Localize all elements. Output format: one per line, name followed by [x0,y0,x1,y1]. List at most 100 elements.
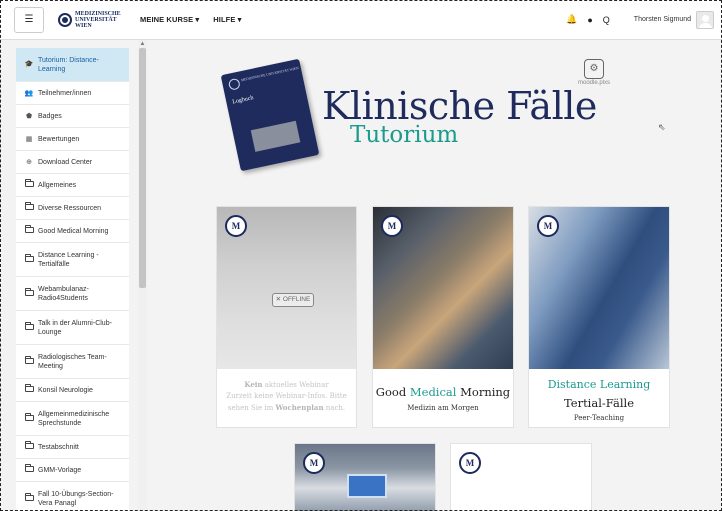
download-icon: ⊕ [26,158,32,166]
sidebar-item-section[interactable]: Distance Learning - Tertialfälle [16,243,129,277]
card-title-2: Tertial-Fälle [563,396,635,410]
sidebar-item-label: Diverse Ressourcen [38,204,102,212]
folder-icon [24,384,34,395]
folder-icon [24,321,34,333]
sidebar-item-section[interactable]: Testabschnitt [16,436,129,459]
card-title: Good Medical Morning [373,385,513,399]
course-banner: MEDIZINISCHE UNIVERSITÄT WIEN Logbuch Kl… [216,52,672,172]
sidebar-item-section[interactable]: Fall 10-Übungs-Section-Vera Panagl [16,482,129,511]
plexi-label: moodle.plxs [577,80,610,86]
avatar[interactable] [696,10,714,29]
scroll-up-icon[interactable]: ▲ [138,40,147,48]
sidebar-item-label: Good Medical Morning [38,227,109,235]
logbook-title: Logbuch [231,95,255,106]
sidebar-item-label: Fall 10-Übungs-Section-Vera Panagl [38,490,114,507]
sidebar-item-participants[interactable]: 👥 Teilnehmer/innen [16,82,129,105]
plexi-logo: ⚙ moodle.plxs [572,59,616,86]
card-subtitle: Peer-Teaching [573,414,625,422]
university-badge-icon: M [303,452,325,474]
card-title-part: Morning [456,385,511,399]
university-badge-icon: M [537,215,559,237]
card-text: Distance Learning Tertial-Fälle Peer-Tea… [529,378,669,422]
webinar-status-text: aktuelles Webinar [262,381,329,389]
university-badge-icon: M [459,452,481,474]
weekly-plan-link[interactable]: Wochenplan [276,403,324,412]
sidebar-item-label: Teilnehmer/innen [38,89,92,97]
logo-text: MEDIZINISCHE UNIVERSITÄT WIEN [75,11,130,29]
chat-icon[interactable]: ● [587,15,592,25]
help-menu[interactable]: HILFE ▾ [213,15,241,24]
direction-sign [347,474,387,498]
card-title-part: Good [375,385,410,399]
search-icon[interactable]: Q [603,15,610,25]
sidebar-item-course-home[interactable]: 🎓 Tutorium: Distance-Learning [16,48,129,82]
folder-icon [24,412,34,424]
sidebar-item-label: GMM-Vorlage [38,466,82,474]
menu-toggle-icon[interactable]: ☰ [14,6,44,33]
user-name[interactable]: Thorsten Sigmund [634,16,691,23]
sidebar-item-label: Webambulanaz-Radio4Students [38,285,89,302]
logbook-photo [250,120,301,152]
folder-icon [24,441,34,452]
folder-icon [24,287,34,299]
my-courses-menu[interactable]: MEINE KURSE ▾ [140,15,199,24]
mouse-cursor-icon: ⇖ [658,122,666,132]
university-badge-icon: M [381,215,403,237]
sidebar-item-download-center[interactable]: ⊕ Download Center [16,151,129,174]
folder-icon [24,179,34,190]
seal-icon [58,12,72,27]
card-subtitle: Medizin am Morgen [407,404,479,412]
graduation-cap-icon: 🎓 [24,61,34,68]
sidebar-item-label: Bewertungen [38,135,80,143]
distance-learning-card[interactable]: M Distance Learning Tertial-Fälle Peer-T… [528,206,670,428]
folder-icon [24,492,34,504]
offline-label: ✕ OFFLINE [272,293,314,307]
sidebar-item-section[interactable]: Allgemeinmedizinische Sprechstunde [16,402,129,436]
webinar-card[interactable]: ✕ OFFLINE M Kein aktuelles Webinar Zurze… [216,206,357,428]
users-icon: 👥 [24,89,34,97]
logbook-publisher: MEDIZINISCHE UNIVERSITÄT WIEN [240,66,300,83]
sidebar-item-label: Allgemeines [38,181,77,189]
folder-icon [24,253,34,265]
sidebar-item-section[interactable]: Radiologisches Team-Meeting [16,345,129,379]
sidebar-item-badges[interactable]: ⬟ Badges [16,105,129,128]
radio-card[interactable]: M [294,443,436,511]
university-logo[interactable]: MEDIZINISCHE UNIVERSITÄT WIEN [58,11,130,29]
bell-icon[interactable]: 🔔 [566,14,577,25]
folder-icon [24,225,34,236]
sidebar-item-label: Tutorium: Distance-Learning [38,56,99,73]
good-medical-morning-card[interactable]: M Good Medical Morning Medizin am Morgen [372,206,514,428]
folder-icon [24,202,34,213]
sidebar-item-label: Download Center [38,158,93,166]
sidebar-item-section[interactable]: Good Medical Morning [16,220,129,243]
sidebar-item-label: Badges [38,112,62,120]
sidebar-item-grades[interactable]: ▦ Bewertungen [16,128,129,151]
sidebar-item-label: Distance Learning - Tertialfälle [38,251,99,268]
logbook-image: MEDIZINISCHE UNIVERSITÄT WIEN Logbuch [220,58,320,172]
banner-subtitle: Tutorium [350,122,459,148]
sidebar-item-label: Konsil Neurologie [38,386,93,394]
seal-icon [227,77,241,91]
card-text: Good Medical Morning Medizin am Morgen [373,385,513,412]
sidebar-item-section[interactable]: GMM-Vorlage [16,459,129,482]
logo-line-2: UNIVERSITÄT WIEN [75,16,117,29]
scrollbar-thumb[interactable] [139,48,146,288]
sidebar-item-section[interactable]: Talk in der Alumni-Club-Lounge [16,311,129,345]
card-title-highlight: Medical [409,385,457,399]
sidebar-item-section[interactable]: Webambulanaz-Radio4Students [16,277,129,311]
empty-card[interactable]: M [450,443,592,511]
sidebar-item-section[interactable]: Allgemeines [16,174,129,197]
card-title: Distance Learning [547,378,651,391]
sidebar-item-section[interactable]: Konsil Neurologie [16,379,129,402]
robot-icon: ⚙ [584,59,604,79]
folder-icon [24,464,34,475]
sidebar-item-section[interactable]: Diverse Ressourcen [16,197,129,220]
sidebar-scrollbar[interactable]: ▲ [138,40,147,511]
sidebar-item-label: Allgemeinmedizinische Sprechstunde [38,410,110,427]
folder-icon [24,355,34,367]
webinar-info-end: nach. [323,404,346,412]
webinar-card-text: Kein aktuelles Webinar Zurzeit keine Web… [217,379,356,414]
sidebar-item-label: Testabschnitt [38,443,79,451]
table-icon: ▦ [25,135,33,143]
top-navbar: ☰ MEDIZINISCHE UNIVERSITÄT WIEN MEINE KU… [0,0,722,40]
